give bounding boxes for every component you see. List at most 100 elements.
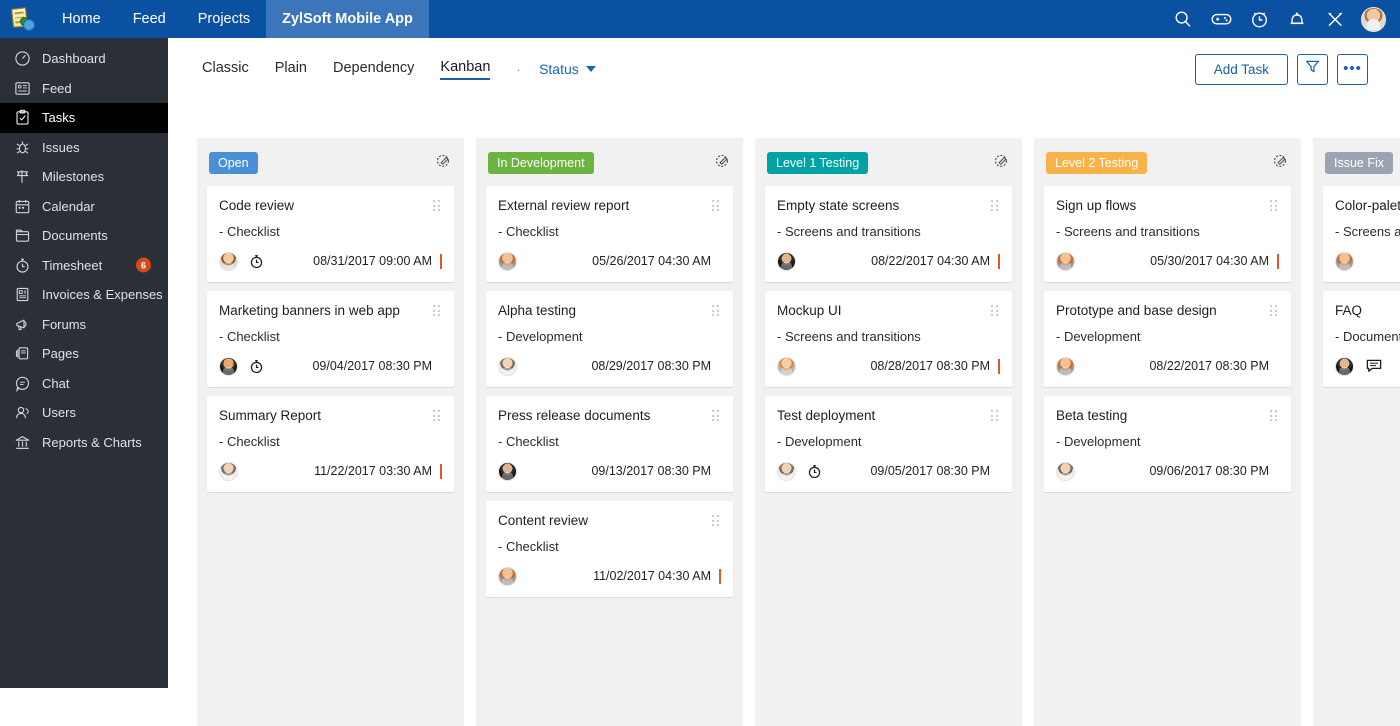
nav-item-projects[interactable]: Projects <box>182 0 266 38</box>
task-card[interactable]: Alpha testing - Development 08/29/2017 08:… <box>486 291 733 387</box>
search-icon[interactable] <box>1171 7 1195 31</box>
sidebar-item-label: Issues <box>42 139 80 155</box>
sidebar-item-label: Milestones <box>42 169 105 185</box>
assignee-avatar[interactable] <box>219 461 238 481</box>
task-due-date: 11/02/2017 04:30 AM <box>593 569 711 583</box>
filter-button[interactable] <box>1297 53 1328 85</box>
bell-icon[interactable] <box>1285 7 1309 31</box>
drag-handle-icon[interactable] <box>991 200 1000 211</box>
app-logo[interactable] <box>0 0 46 38</box>
assignee-avatar[interactable] <box>777 251 796 271</box>
task-card[interactable]: Code review - Checklist 08/31/2017 09:00 A… <box>207 186 454 282</box>
task-card[interactable]: Summary Report - Checklist 11/22/2017 03:3… <box>207 396 454 492</box>
card-header: Summary Report <box>219 408 442 424</box>
drag-handle-icon[interactable] <box>991 305 1000 316</box>
sidebar-item-users[interactable]: Users <box>0 398 168 428</box>
assignee-avatar[interactable] <box>219 251 238 271</box>
drag-handle-icon[interactable] <box>712 410 721 421</box>
task-card[interactable]: Press release documents - Checklist 09/13/… <box>486 396 733 492</box>
drag-handle-icon[interactable] <box>433 200 442 211</box>
sidebar-item-label: Calendar <box>42 198 95 214</box>
sidebar-item-invoices-expenses[interactable]: Invoices & Expenses <box>0 280 168 310</box>
task-card[interactable]: Prototype and base design - Development 08… <box>1044 291 1291 387</box>
drag-handle-icon[interactable] <box>712 515 721 526</box>
sidebar-item-milestones[interactable]: Milestones <box>0 162 168 192</box>
column-header: Level 2 Testing <box>1044 148 1291 178</box>
timer-clock-icon[interactable] <box>1247 7 1271 31</box>
card-footer <box>1335 356 1400 376</box>
task-card[interactable]: External review report - Checklist 05/26/2… <box>486 186 733 282</box>
task-card[interactable]: Empty state screens - Screens and transit… <box>765 186 1012 282</box>
drag-handle-icon[interactable] <box>1270 200 1279 211</box>
sidebar-item-calendar[interactable]: Calendar <box>0 192 168 222</box>
sidebar-item-reports-charts[interactable]: Reports & Charts <box>0 428 168 458</box>
tab-kanban[interactable]: Kanban <box>440 59 491 80</box>
assignee-avatar[interactable] <box>498 461 517 481</box>
more-options-button[interactable]: ••• <box>1337 53 1368 85</box>
task-title: Beta testing <box>1056 408 1128 423</box>
avatar[interactable] <box>1361 6 1386 32</box>
task-card[interactable]: Marketing banners in web app - Checklist 0… <box>207 291 454 387</box>
assignee-avatar[interactable] <box>1056 356 1075 376</box>
sidebar-item-tasks[interactable]: Tasks <box>0 103 168 133</box>
task-card[interactable]: FAQ - Documentation <box>1323 291 1400 387</box>
task-card[interactable]: Beta testing - Development 09/06/2017 08:3… <box>1044 396 1291 492</box>
task-card[interactable]: Test deployment - Development 09/05/2017 0… <box>765 396 1012 492</box>
card-header: Marketing banners in web app <box>219 303 442 319</box>
edit-pencil-icon[interactable] <box>1273 153 1291 173</box>
assignee-avatar[interactable] <box>777 356 796 376</box>
gamepad-icon[interactable] <box>1209 7 1233 31</box>
edit-pencil-icon[interactable] <box>436 153 454 173</box>
assignee-avatar[interactable] <box>1056 251 1075 271</box>
timer-clock-icon[interactable] <box>249 359 264 374</box>
sidebar-item-documents[interactable]: Documents <box>0 221 168 251</box>
card-header: Alpha testing <box>498 303 721 319</box>
sidebar-item-issues[interactable]: Issues <box>0 133 168 163</box>
task-card[interactable]: Color-palette - Screens and transitions <box>1323 186 1400 282</box>
assignee-avatar[interactable] <box>498 251 517 271</box>
edit-pencil-icon[interactable] <box>715 153 733 173</box>
nav-item-zylsoft-mobile-app[interactable]: ZylSoft Mobile App <box>266 0 429 38</box>
drag-handle-icon[interactable] <box>712 305 721 316</box>
drag-handle-icon[interactable] <box>991 410 1000 421</box>
sidebar-item-forums[interactable]: Forums <box>0 310 168 340</box>
card-footer: 05/30/2017 04:30 AM <box>1056 251 1279 271</box>
drag-handle-icon[interactable] <box>1270 410 1279 421</box>
sidebar-item-dashboard[interactable]: Dashboard <box>0 44 168 74</box>
assignee-avatar[interactable] <box>498 356 517 376</box>
tab-classic[interactable]: Classic <box>202 60 249 79</box>
assignee-avatar[interactable] <box>1335 251 1354 271</box>
sidebar-item-chat[interactable]: Chat <box>0 369 168 399</box>
priority-flag-marker <box>440 253 442 269</box>
assignee-avatar[interactable] <box>777 461 796 481</box>
nav-item-home[interactable]: Home <box>46 0 117 38</box>
assignee-avatar[interactable] <box>498 566 517 586</box>
task-title: Marketing banners in web app <box>219 303 400 318</box>
more-options-icon: ••• <box>1343 60 1362 77</box>
edit-pencil-icon[interactable] <box>994 153 1012 173</box>
tab-dependency[interactable]: Dependency <box>333 60 414 79</box>
tools-icon[interactable] <box>1323 7 1347 31</box>
drag-handle-icon[interactable] <box>433 410 442 421</box>
assignee-avatar[interactable] <box>1056 461 1075 481</box>
assignee-avatar[interactable] <box>1335 356 1354 376</box>
timer-clock-icon[interactable] <box>807 464 822 479</box>
drag-handle-icon[interactable] <box>433 305 442 316</box>
task-card[interactable]: Mockup UI - Screens and transitions 08/28/… <box>765 291 1012 387</box>
sidebar-item-timesheet[interactable]: Timesheet 6 <box>0 251 168 281</box>
status-dropdown[interactable]: Status <box>539 61 596 77</box>
assignee-avatar[interactable] <box>219 356 238 376</box>
card-footer: 09/06/2017 08:30 PM <box>1056 461 1279 481</box>
nav-item-feed[interactable]: Feed <box>117 0 182 38</box>
card-header: Beta testing <box>1056 408 1279 424</box>
comment-bubble-icon[interactable] <box>1366 359 1382 373</box>
sidebar-item-pages[interactable]: Pages <box>0 339 168 369</box>
task-card[interactable]: Content review - Checklist 11/02/2017 04:3… <box>486 501 733 597</box>
drag-handle-icon[interactable] <box>712 200 721 211</box>
sidebar-item-feed[interactable]: Feed <box>0 74 168 104</box>
task-card[interactable]: Sign up flows - Screens and transitions 05… <box>1044 186 1291 282</box>
timer-clock-icon[interactable] <box>249 254 264 269</box>
tab-plain[interactable]: Plain <box>275 60 307 79</box>
drag-handle-icon[interactable] <box>1270 305 1279 316</box>
add-task-button[interactable]: Add Task <box>1194 53 1288 85</box>
